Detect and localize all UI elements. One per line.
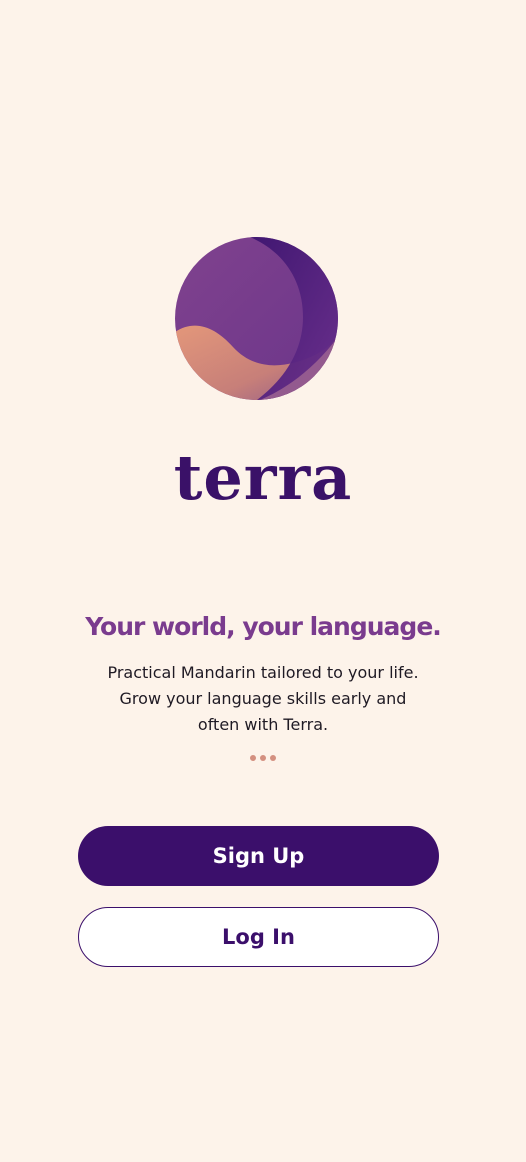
app-wordmark: terra: [173, 441, 353, 514]
tagline-line: often with Terra.: [197, 715, 329, 734]
log-in-button[interactable]: Log In: [78, 907, 439, 967]
carousel-indicator: [0, 755, 526, 761]
tagline-line: Practical Mandarin tailored to your life…: [107, 663, 419, 682]
terra-globe-icon: [175, 237, 338, 400]
carousel-dot[interactable]: [270, 755, 276, 761]
carousel-dot[interactable]: [260, 755, 266, 761]
carousel-dot[interactable]: [250, 755, 256, 761]
welcome-tagline: Practical Mandarin tailored to your life…: [63, 660, 463, 738]
tagline-line: Grow your language skills early and: [119, 689, 407, 708]
welcome-headline: Your world, your language.: [85, 612, 442, 641]
sign-up-button[interactable]: Sign Up: [78, 826, 439, 886]
